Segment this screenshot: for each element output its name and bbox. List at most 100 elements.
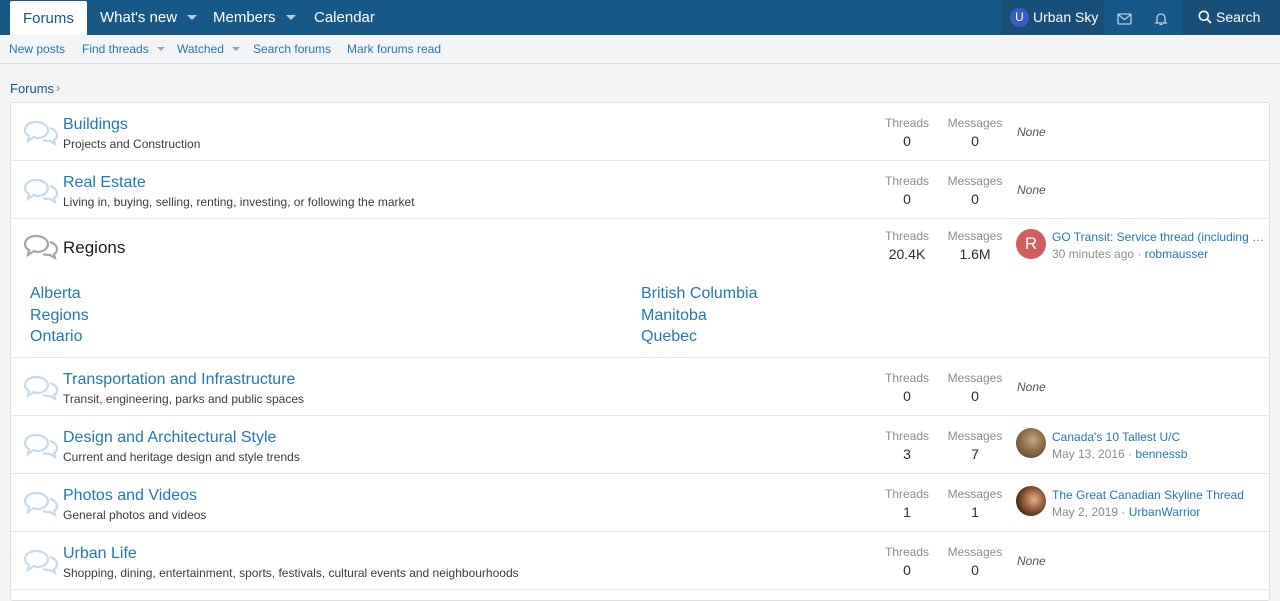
last-post-title[interactable]: The Great Canadian Skyline Thread	[1052, 488, 1244, 502]
threads-stat: Threads 0	[877, 174, 937, 209]
last-post-none: None	[1017, 380, 1046, 394]
forum-row: Urban Life Shopping, dining, entertainme…	[11, 532, 1269, 590]
last-post-user[interactable]: UrbanWarrior	[1129, 505, 1201, 519]
breadcrumb[interactable]: Forums	[10, 81, 54, 96]
messages-stat: Messages 1.6M	[945, 229, 1005, 264]
forum-description: General photos and videos	[63, 508, 207, 522]
tab-label: Calendar	[314, 9, 375, 26]
messages-stat: Messages 1	[945, 487, 1005, 522]
link-label: Mark forums read	[347, 42, 442, 56]
top-navigation: Forums What's new Members Calendar U Urba…	[0, 0, 1280, 35]
forum-title[interactable]: Photos and Videos	[63, 487, 197, 505]
messages-label: Messages	[947, 487, 1003, 501]
subforum-link-british-columbia[interactable]: British Columbia	[641, 285, 757, 303]
last-post-meta: 30 minutes ago · robmausser	[1052, 247, 1208, 261]
forum-row: Design and Architectural Style Current a…	[11, 416, 1269, 474]
messages-stat: Messages 7	[945, 429, 1005, 464]
tab-forums[interactable]: Forums	[10, 1, 87, 35]
last-post-user[interactable]: bennessb	[1135, 447, 1187, 461]
forum-chat-icon	[23, 549, 59, 576]
subforum-link-manitoba[interactable]: Manitoba	[641, 307, 707, 325]
threads-stat: Threads 0	[877, 545, 937, 580]
search-button[interactable]: Search	[1182, 0, 1280, 35]
forum-title[interactable]: Urban Life	[63, 545, 137, 563]
forum-title[interactable]: Transportation and Infrastructure	[63, 371, 295, 389]
search-forums-link[interactable]: Search forums	[253, 35, 331, 64]
threads-count: 1	[903, 504, 911, 520]
tab-members[interactable]: Members	[201, 0, 308, 35]
forum-chat-icon	[23, 375, 59, 402]
threads-label: Threads	[884, 174, 930, 188]
forum-title[interactable]: Design and Architectural Style	[63, 429, 276, 447]
avatar[interactable]: R	[1016, 229, 1046, 259]
last-post-none: None	[1017, 554, 1046, 568]
link-label: New posts	[9, 42, 66, 56]
messages-label: Messages	[947, 116, 1003, 130]
chevron-down-icon[interactable]	[285, 14, 296, 20]
threads-count: 3	[903, 446, 911, 462]
forum-title[interactable]: Regions	[63, 238, 125, 258]
tab-calendar[interactable]: Calendar	[302, 0, 387, 35]
link-label: Find threads	[82, 42, 149, 56]
forum-row: Transportation and Infrastructure Transi…	[11, 358, 1269, 416]
mark-forums-read-link[interactable]: Mark forums read	[347, 35, 441, 64]
last-post-time: 30 minutes ago	[1052, 247, 1135, 261]
threads-count: 0	[903, 388, 911, 404]
watched-link[interactable]: Watched	[177, 35, 240, 64]
last-post-meta: May 2, 2019 · UrbanWarrior	[1052, 505, 1200, 519]
subforum-link-ontario[interactable]: Ontario	[30, 328, 82, 346]
threads-stat: Threads 20.4K	[877, 229, 937, 264]
forum-list: Buildings Projects and Construction Thre…	[10, 102, 1270, 601]
messages-count: 0	[971, 388, 979, 404]
threads-label: Threads	[884, 371, 930, 385]
user-menu[interactable]: U Urban Sky	[1001, 0, 1104, 35]
last-post-title[interactable]: Canada's 10 Tallest U/C	[1052, 430, 1180, 444]
avatar[interactable]	[1016, 428, 1046, 458]
forum-description: Shopping, dining, entertainment, sports,…	[63, 566, 519, 580]
bell-icon	[1154, 12, 1168, 25]
messages-label: Messages	[947, 229, 1003, 243]
alerts-button[interactable]	[1143, 0, 1179, 35]
avatar: U	[1010, 7, 1029, 27]
forum-title[interactable]: Real Estate	[63, 174, 146, 192]
forum-description: Projects and Construction	[63, 137, 201, 151]
threads-label: Threads	[884, 429, 930, 443]
threads-count: 0	[903, 191, 911, 207]
threads-stat: Threads 1	[877, 487, 937, 522]
messages-label: Messages	[947, 174, 1003, 188]
forum-row: Buildings Projects and Construction Thre…	[11, 103, 1269, 161]
subforum-link-alberta[interactable]: Alberta	[30, 285, 81, 303]
forum-chat-icon	[23, 433, 59, 460]
find-threads-link[interactable]: Find threads	[82, 35, 165, 64]
subforum-link-quebec[interactable]: Quebec	[641, 328, 697, 346]
meta-separator: ·	[1134, 247, 1145, 261]
threads-stat: Threads 3	[877, 429, 937, 464]
breadcrumb-separator: ›	[56, 80, 61, 95]
last-post-user[interactable]: robmausser	[1145, 247, 1208, 261]
forum-chat-icon	[23, 491, 59, 518]
chevron-down-icon[interactable]	[156, 46, 165, 51]
subforum-link-regions[interactable]: Regions	[30, 307, 89, 325]
messages-stat: Messages 0	[945, 116, 1005, 151]
messages-stat: Messages 0	[945, 545, 1005, 580]
last-post-title[interactable]: GO Transit: Service thread (including …	[1052, 230, 1264, 244]
forum-description: Current and heritage design and style tr…	[63, 450, 300, 464]
avatar[interactable]	[1016, 486, 1046, 516]
inbox-button[interactable]	[1106, 0, 1142, 35]
forum-title[interactable]: Buildings	[63, 116, 128, 134]
messages-stat: Messages 0	[945, 371, 1005, 406]
messages-count: 7	[971, 446, 979, 462]
search-icon	[1198, 10, 1212, 24]
threads-label: Threads	[884, 545, 930, 559]
chevron-down-icon[interactable]	[187, 14, 198, 20]
envelope-icon	[1116, 12, 1132, 25]
tab-whats-new[interactable]: What's new	[88, 0, 209, 35]
last-post-time: May 2, 2019	[1052, 505, 1119, 519]
new-posts-link[interactable]: New posts	[9, 35, 65, 64]
messages-label: Messages	[947, 429, 1003, 443]
chevron-down-icon[interactable]	[231, 46, 240, 51]
username: Urban Sky	[1033, 9, 1099, 25]
link-label: Search forums	[253, 42, 332, 56]
tab-label: What's new	[100, 9, 178, 26]
meta-separator: ·	[1124, 447, 1136, 461]
